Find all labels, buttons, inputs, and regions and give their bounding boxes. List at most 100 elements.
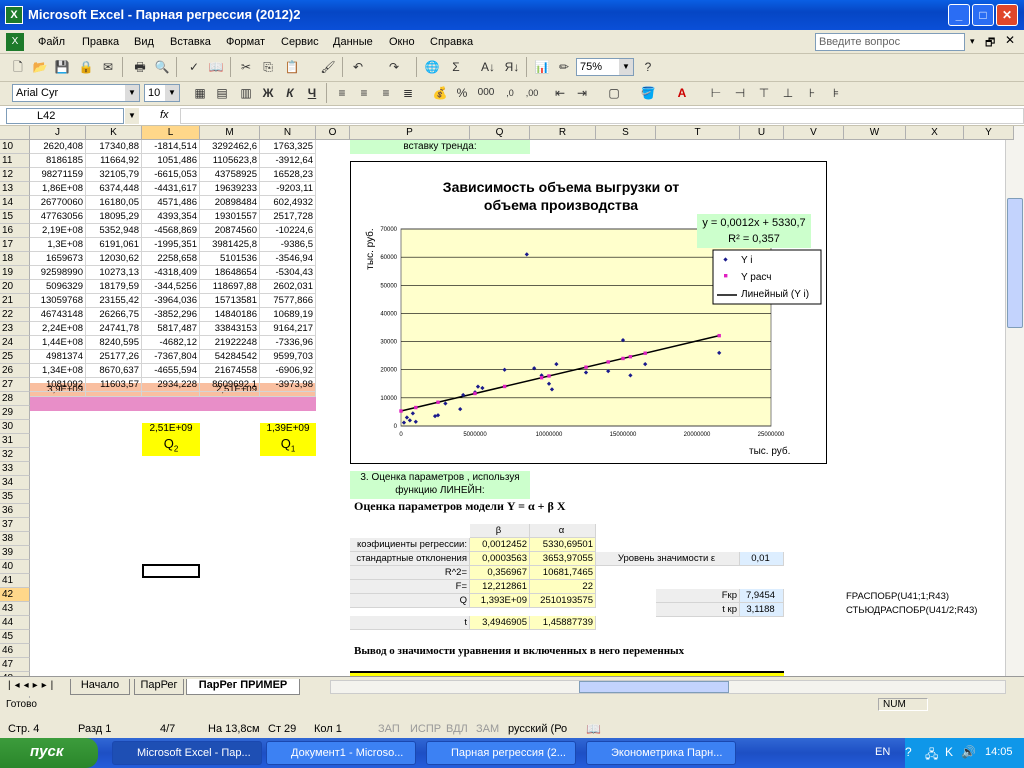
cell-N23[interactable]: 9164,217 <box>260 322 316 336</box>
sort-asc-icon[interactable]: A↓ <box>478 57 498 77</box>
cell-N14[interactable]: 602,4932 <box>260 196 316 210</box>
sheet-tab[interactable]: Начало <box>70 679 130 695</box>
cell-J16[interactable]: 2,19E+08 <box>30 224 86 238</box>
cell-J20[interactable]: 5096329 <box>30 280 86 294</box>
borders-icon[interactable]: ▢ <box>604 83 624 103</box>
paste-icon[interactable]: 📋 <box>282 57 302 77</box>
cell-K19[interactable]: 10273,13 <box>86 266 142 280</box>
row-header[interactable]: 30 <box>0 420 30 434</box>
row-header[interactable]: 33 <box>0 462 30 476</box>
align-right-icon[interactable]: ≡ <box>376 83 396 103</box>
undo-icon[interactable]: ↶ <box>348 57 368 77</box>
cell-M14[interactable]: 20898484 <box>200 196 260 210</box>
cell-K24[interactable]: 8240,595 <box>86 336 142 350</box>
cell-J11[interactable]: 8186185 <box>30 154 86 168</box>
cell-J15[interactable]: 47763056 <box>30 210 86 224</box>
table-row-beta[interactable]: 12,212861 <box>470 580 530 594</box>
cell-K12[interactable]: 32105,79 <box>86 168 142 182</box>
row-header[interactable]: 24 <box>0 336 30 350</box>
cell-N17[interactable]: -9386,5 <box>260 238 316 252</box>
underline-icon[interactable]: Ч <box>302 83 322 103</box>
open-icon[interactable]: 📂 <box>30 57 50 77</box>
workbook-icon[interactable]: X <box>6 33 24 51</box>
cell-N15[interactable]: 2517,728 <box>260 210 316 224</box>
cell-J26[interactable]: 1,34E+08 <box>30 364 86 378</box>
help-tray-icon[interactable]: ? <box>905 745 912 759</box>
hscroll-thumb[interactable] <box>579 681 729 693</box>
menu-item[interactable]: Окно <box>389 36 415 48</box>
cell-K11[interactable]: 11664,92 <box>86 154 142 168</box>
cell-M17[interactable]: 3981425,8 <box>200 238 260 252</box>
row-header[interactable]: 45 <box>0 630 30 644</box>
cell-L21[interactable]: -3964,036 <box>142 294 200 308</box>
redo-icon[interactable]: ↷ <box>384 57 404 77</box>
cell-N24[interactable]: -7336,96 <box>260 336 316 350</box>
cell-J18[interactable]: 1659673 <box>30 252 86 266</box>
column-header-T[interactable]: T <box>656 126 740 140</box>
cell-N21[interactable]: 7577,866 <box>260 294 316 308</box>
row-header[interactable]: 10 <box>0 140 30 154</box>
table-row-beta[interactable]: 0,0003563 <box>470 552 530 566</box>
indent-icon[interactable]: ⇥ <box>572 83 592 103</box>
cell-N16[interactable]: -10224,6 <box>260 224 316 238</box>
column-header-S[interactable]: S <box>596 126 656 140</box>
t-beta[interactable]: 3,4946905 <box>470 616 530 630</box>
tool-b-icon[interactable]: ⊣ <box>730 83 750 103</box>
cell-L23[interactable]: 5817,487 <box>142 322 200 336</box>
cell-K13[interactable]: 6374,448 <box>86 182 142 196</box>
row-header[interactable]: 31 <box>0 434 30 448</box>
font-size-select[interactable]: 10 ▼ <box>144 84 180 102</box>
cell-M26[interactable]: 21674558 <box>200 364 260 378</box>
fx-icon[interactable]: fx <box>160 109 169 121</box>
cell-M27[interactable]: 8609692,1 <box>200 378 260 392</box>
outdent-icon[interactable]: ⇤ <box>550 83 570 103</box>
cell-K10[interactable]: 17340,88 <box>86 140 142 154</box>
cell-L27[interactable]: 2934,228 <box>142 378 200 392</box>
font-name-select[interactable]: Arial Cyr ▼ <box>12 84 140 102</box>
permission-icon[interactable]: 🔒 <box>76 57 96 77</box>
chevron-down-icon[interactable]: ▾ <box>970 36 975 47</box>
table-row-alpha[interactable]: 22 <box>530 580 596 594</box>
cell-J17[interactable]: 1,3E+08 <box>30 238 86 252</box>
cut-icon[interactable]: ✂ <box>236 57 256 77</box>
table-row-beta[interactable]: 0,0012452 <box>470 538 530 552</box>
fkr-value[interactable]: 7,9454 <box>740 589 784 603</box>
cell-N19[interactable]: -5304,43 <box>260 266 316 280</box>
grid-icon[interactable]: ▦ <box>190 83 210 103</box>
cell-L15[interactable]: 4393,354 <box>142 210 200 224</box>
percent-icon[interactable]: % <box>452 83 472 103</box>
row-header[interactable]: 34 <box>0 476 30 490</box>
thousands-icon[interactable]: 000 <box>476 83 496 103</box>
cell-L11[interactable]: 1051,486 <box>142 154 200 168</box>
sheet-tab[interactable]: ПарРег <box>134 679 184 695</box>
cell-N20[interactable]: 2602,031 <box>260 280 316 294</box>
row-header[interactable]: 26 <box>0 364 30 378</box>
help-icon[interactable]: ? <box>638 57 658 77</box>
cell-K21[interactable]: 23155,42 <box>86 294 142 308</box>
cell-J22[interactable]: 46743148 <box>30 308 86 322</box>
spelling-icon[interactable]: ✓ <box>184 57 204 77</box>
merge-icon[interactable]: ▥ <box>236 83 256 103</box>
column-header-U[interactable]: U <box>740 126 784 140</box>
menu-item[interactable]: Формат <box>226 36 265 48</box>
worksheet-grid[interactable]: вставку тренда: 0 10000 20000 30000 40000 500… <box>0 126 1024 700</box>
row-header[interactable]: 21 <box>0 294 30 308</box>
info-ovr[interactable]: ЗАМ <box>476 723 499 735</box>
cell-J25[interactable]: 4981374 <box>30 350 86 364</box>
format-painter-icon[interactable]: 🖌 <box>318 57 338 77</box>
cell-L25[interactable]: -7367,804 <box>142 350 200 364</box>
cell-L24[interactable]: -4682,12 <box>142 336 200 350</box>
cell-M19[interactable]: 18648654 <box>200 266 260 280</box>
drawing-icon[interactable]: ✏ <box>554 57 574 77</box>
cell-M23[interactable]: 33843153 <box>200 322 260 336</box>
cell-L14[interactable]: 4571,486 <box>142 196 200 210</box>
menu-item[interactable]: Вид <box>134 36 154 48</box>
cell-M11[interactable]: 1105623,8 <box>200 154 260 168</box>
row-header[interactable]: 15 <box>0 210 30 224</box>
row-header[interactable]: 39 <box>0 546 30 560</box>
cell-L22[interactable]: -3852,296 <box>142 308 200 322</box>
menu-item[interactable]: Данные <box>333 36 373 48</box>
table-row-alpha[interactable]: 3653,97055 <box>530 552 596 566</box>
cell-N13[interactable]: -9203,11 <box>260 182 316 196</box>
cell-K16[interactable]: 5352,948 <box>86 224 142 238</box>
